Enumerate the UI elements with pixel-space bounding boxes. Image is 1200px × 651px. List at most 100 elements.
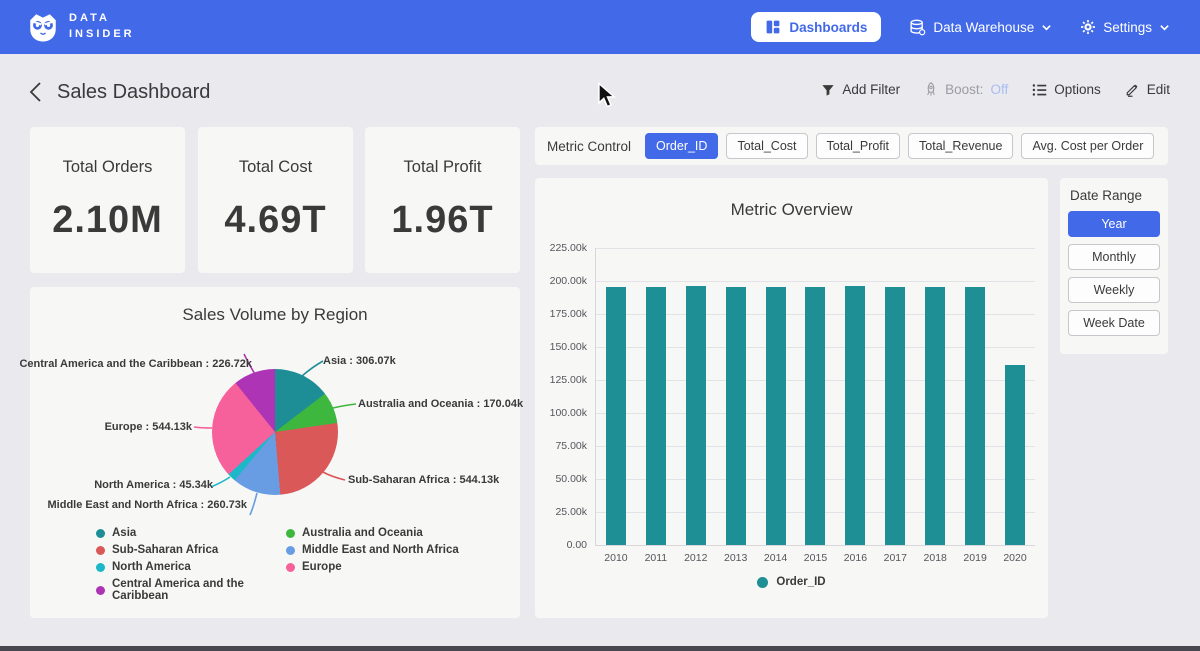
pie-callout-australia-oceania: Australia and Oceania : 170.04k [358, 398, 523, 410]
bar-2010[interactable] [606, 287, 626, 545]
date-range-week-date-button[interactable]: Week Date [1068, 310, 1160, 336]
x-tick: 2012 [678, 552, 714, 564]
legend-label: Asia [112, 527, 136, 539]
options-button[interactable]: Options [1032, 82, 1101, 97]
x-tick: 2011 [638, 552, 674, 564]
kpi-label: Total Profit [365, 158, 520, 177]
legend-dot [286, 546, 295, 555]
bar-2019[interactable] [965, 287, 985, 545]
y-tick: 0.00 [539, 539, 587, 551]
bar-2012[interactable] [686, 286, 706, 546]
x-tick: 2017 [877, 552, 913, 564]
pie-callout-sub-saharan-africa: Sub-Saharan Africa : 544.13k [348, 474, 499, 486]
x-tick: 2010 [598, 552, 634, 564]
metric-button-avg-cost-per-order[interactable]: Avg. Cost per Order [1021, 133, 1154, 159]
metric-button-total-cost[interactable]: Total_Cost [726, 133, 807, 159]
legend-dot [96, 529, 105, 538]
x-axis-labels: 2010 2011 2012 2013 2014 2015 2016 2017 … [596, 552, 1035, 564]
kpi-card-total-orders: Total Orders 2.10M [30, 127, 185, 273]
y-tick: 200.00k [539, 275, 587, 287]
header-actions: Add Filter Boost: Off Options [821, 82, 1170, 97]
edit-button[interactable]: Edit [1125, 82, 1170, 97]
legend-label: Sub-Saharan Africa [112, 544, 218, 556]
legend-label: Order_ID [776, 576, 825, 588]
pie-callout-north-america: North America : 45.34k [94, 479, 213, 491]
nav-dashboards-label: Dashboards [789, 20, 867, 35]
bar-2013[interactable] [726, 287, 746, 545]
bar-2011[interactable] [646, 287, 666, 545]
legend-label: Central America and the Caribbean [112, 578, 286, 602]
y-tick: 100.00k [539, 407, 587, 419]
bar-2014[interactable] [766, 287, 786, 545]
app-root: DATA INSIDER Dashboards D [0, 0, 1200, 651]
boost-toggle[interactable]: Boost: Off [924, 82, 1008, 97]
x-tick: 2014 [758, 552, 794, 564]
legend-label: Middle East and North Africa [302, 544, 459, 556]
boost-value: Off [990, 82, 1008, 97]
metric-button-order-id[interactable]: Order_ID [645, 133, 718, 159]
legend-dot [286, 529, 295, 538]
dashboard-icon [765, 19, 781, 35]
top-nav: DATA INSIDER Dashboards D [0, 0, 1200, 54]
legend-label: North America [112, 561, 191, 573]
brand-logo[interactable]: DATA INSIDER [26, 10, 135, 44]
x-axis-line [595, 545, 1035, 546]
bottom-bar [0, 646, 1200, 651]
pencil-icon [1125, 82, 1140, 97]
y-tick: 150.00k [539, 341, 587, 353]
bar-chart-legend: Order_ID [535, 576, 1048, 588]
legend-item-north-america: North America [96, 561, 286, 573]
edit-label: Edit [1147, 82, 1170, 97]
bar-2018[interactable] [925, 287, 945, 545]
add-filter-button[interactable]: Add Filter [821, 82, 900, 97]
y-tick: 225.00k [539, 242, 587, 254]
y-tick: 75.00k [539, 440, 587, 452]
back-button[interactable] [26, 80, 46, 104]
date-range-panel: Date Range Year Monthly Weekly Week Date [1060, 178, 1168, 354]
legend-dot [96, 586, 105, 595]
legend-dot [757, 577, 768, 588]
nav-settings-label: Settings [1103, 20, 1152, 35]
pie-callout-middle-east-north-africa: Middle East and North Africa : 260.73k [48, 499, 247, 511]
metric-control-label: Metric Control [547, 139, 631, 154]
bar-2017[interactable] [885, 287, 905, 545]
kpi-card-total-cost: Total Cost 4.69T [198, 127, 353, 273]
x-tick: 2019 [957, 552, 993, 564]
bar-2015[interactable] [805, 287, 825, 545]
nav-links: Dashboards Data Warehouse [751, 12, 1170, 42]
nav-data-warehouse-label: Data Warehouse [933, 20, 1034, 35]
legend-dot [96, 563, 105, 572]
page-title: Sales Dashboard [57, 81, 210, 104]
metric-button-total-profit[interactable]: Total_Profit [816, 133, 901, 159]
kpi-label: Total Cost [198, 158, 353, 177]
nav-data-warehouse[interactable]: Data Warehouse [909, 19, 1052, 36]
date-range-label: Date Range [1070, 188, 1160, 203]
legend-item-australia-oceania: Australia and Oceania [286, 527, 459, 539]
bar-2020[interactable] [1005, 365, 1025, 545]
metric-control-bar: Metric Control Order_ID Total_Cost Total… [535, 127, 1168, 165]
legend-item-asia: Asia [96, 527, 286, 539]
legend-dot [96, 546, 105, 555]
legend-item-middle-east-north-africa: Middle East and North Africa [286, 544, 459, 556]
list-options-icon [1032, 83, 1047, 97]
pie-chart-card: Sales Volume by Region Asia : 306.07k Au… [30, 287, 520, 618]
date-range-monthly-button[interactable]: Monthly [1068, 244, 1160, 270]
pie-chart-title: Sales Volume by Region [30, 305, 520, 325]
nav-settings[interactable]: Settings [1080, 19, 1170, 35]
x-tick: 2013 [718, 552, 754, 564]
metric-button-total-revenue[interactable]: Total_Revenue [908, 133, 1013, 159]
bar-2016[interactable] [845, 286, 865, 545]
bar-series [596, 248, 1035, 545]
y-tick: 125.00k [539, 374, 587, 386]
y-tick: 50.00k [539, 473, 587, 485]
date-range-weekly-button[interactable]: Weekly [1068, 277, 1160, 303]
nav-dashboards[interactable]: Dashboards [751, 12, 881, 42]
pie-chart[interactable] [212, 369, 338, 495]
y-tick: 25.00k [539, 506, 587, 518]
kpi-value: 2.10M [30, 199, 185, 242]
pie-callout-europe: Europe : 544.13k [105, 421, 192, 433]
pie-callout-asia: Asia : 306.07k [323, 355, 396, 367]
legend-item-europe: Europe [286, 561, 459, 573]
date-range-year-button[interactable]: Year [1068, 211, 1160, 237]
kpi-label: Total Orders [30, 158, 185, 177]
